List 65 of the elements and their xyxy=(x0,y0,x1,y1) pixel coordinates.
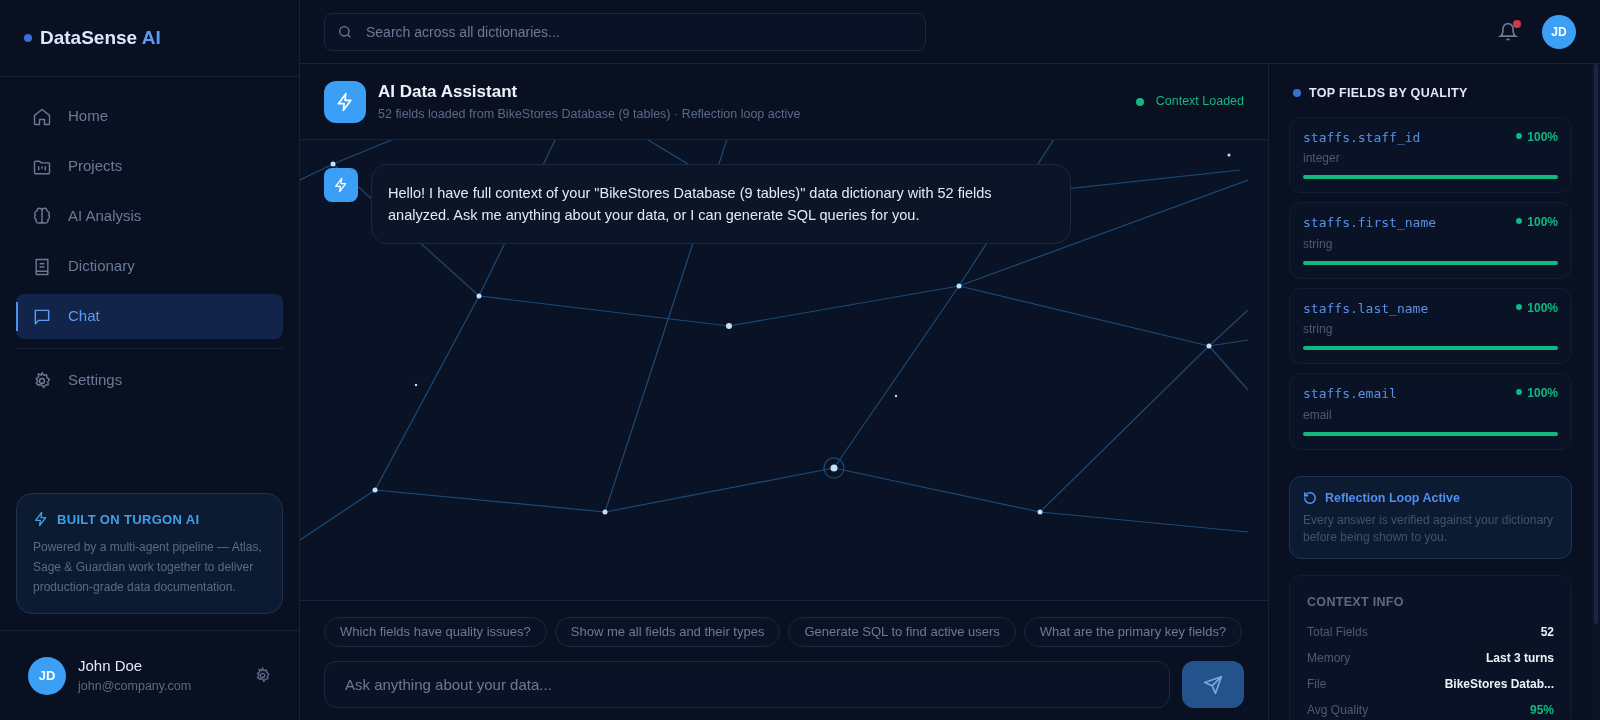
send-button[interactable] xyxy=(1182,661,1244,708)
lightning-icon xyxy=(333,177,349,193)
send-icon xyxy=(1203,674,1223,695)
notification-button[interactable] xyxy=(1498,21,1518,42)
user-avatar[interactable]: JD xyxy=(28,656,66,695)
promo-text: Powered by a multi-agent pipeline — Atlas, Sage & Guardian work together to deliver production-grade data documentation. xyxy=(33,539,263,596)
app-logo: DataSense AI xyxy=(40,25,161,50)
nav-item[interactable]: AI Analysis xyxy=(16,194,283,239)
field-card[interactable]: staffs.last_name 100% string xyxy=(1289,287,1572,365)
lightning-icon xyxy=(33,511,49,528)
field-name: staffs.email xyxy=(1303,385,1398,404)
info-label: Memory xyxy=(1307,650,1352,668)
field-name: staffs.first_name xyxy=(1303,214,1438,233)
nav-item[interactable]: Settings xyxy=(16,358,283,403)
info-value: BikeStores Datab... xyxy=(1444,676,1554,694)
quality-score: 100% xyxy=(1527,214,1558,232)
brain-icon xyxy=(32,206,52,227)
field-type: string xyxy=(1303,235,1334,253)
suggestion-chip[interactable]: What are the primary key fields? xyxy=(1023,617,1243,647)
field-name: staffs.staff_id xyxy=(1303,128,1422,147)
quality-score: 100% xyxy=(1527,128,1558,146)
info-label: Total Fields xyxy=(1307,624,1369,642)
assistant-subtitle: 52 fields loaded from BikeStores Database (9 tables) · Reflection loop active xyxy=(378,105,802,123)
message-bubble: Hello! I have full context of your "BikeStores Database (9 tables)" data dictionary with 52 fields analyzed. Ask me anything about your data, or I can generate SQL queries for you. xyxy=(371,164,1071,244)
lightning-icon xyxy=(335,91,355,112)
settings-icon[interactable] xyxy=(254,667,271,684)
context-info-title: CONTEXT INFO xyxy=(1307,593,1405,611)
user-name: John Doe xyxy=(78,655,144,676)
suggestion-chip[interactable]: Show me all fields and their types xyxy=(554,617,781,647)
info-label: Avg Quality xyxy=(1307,702,1370,720)
assistant-title: AI Data Assistant xyxy=(378,81,519,104)
refresh-icon xyxy=(1303,491,1317,506)
suggestion-chip[interactable]: Generate SQL to find active users xyxy=(788,617,1016,647)
search-field[interactable]: Search across all dictionaries... xyxy=(324,12,926,51)
nav-item[interactable]: Dictionary xyxy=(16,244,283,289)
field-card[interactable]: staffs.email 100% email xyxy=(1289,373,1572,450)
quality-score: 100% xyxy=(1527,385,1558,403)
context-status: Context Loaded xyxy=(1155,93,1244,111)
nav-item[interactable]: Chat xyxy=(16,294,283,339)
field-card[interactable]: staffs.staff_id 100% integer xyxy=(1289,116,1572,194)
info-value: 95% xyxy=(1529,702,1554,720)
home-icon xyxy=(32,106,52,127)
scrollbar[interactable] xyxy=(1592,64,1600,720)
field-name: staffs.last_name xyxy=(1303,299,1430,318)
nav-item[interactable]: Home xyxy=(16,94,283,139)
settings-icon xyxy=(32,370,52,391)
quality-score: 100% xyxy=(1527,299,1558,317)
section-title: TOP FIELDS BY QUALITY xyxy=(1309,85,1468,102)
field-type: integer xyxy=(1303,150,1341,168)
bell-icon xyxy=(1498,21,1518,42)
book-icon xyxy=(32,256,52,277)
promo-title: BUILT ON TURGON AI xyxy=(57,510,200,529)
info-value: Last 3 turns xyxy=(1486,650,1554,668)
message-field[interactable]: Ask anything about your data... xyxy=(324,661,1170,708)
field-type: string xyxy=(1303,321,1334,339)
field-type: email xyxy=(1303,406,1333,424)
nav-item[interactable]: Projects xyxy=(16,144,283,189)
search-icon xyxy=(337,23,353,40)
field-card[interactable]: staffs.first_name 100% string xyxy=(1289,202,1572,279)
info-value: 52 xyxy=(1540,624,1554,642)
reflection-title: Reflection Loop Active xyxy=(1325,489,1460,507)
suggestion-chip[interactable]: Which fields have quality issues? xyxy=(324,617,547,647)
info-label: File xyxy=(1307,676,1328,694)
user-avatar[interactable]: JD xyxy=(1542,14,1576,49)
user-email: john@company.com xyxy=(78,678,193,696)
